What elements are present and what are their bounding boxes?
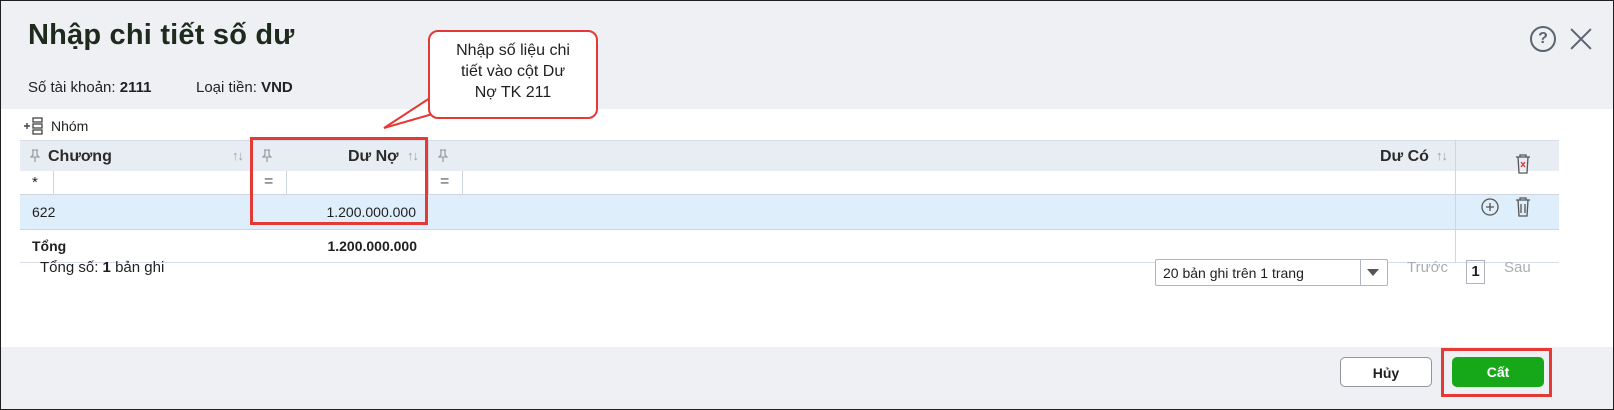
close-icon[interactable] <box>1567 25 1595 53</box>
callout-tooltip: Nhập số liệu chi tiết vào cột Dư Nợ TK 2… <box>428 30 598 119</box>
account-info: Số tài khoản: 2111 <box>28 79 151 96</box>
highlight-du-no-column <box>250 137 428 225</box>
record-count-suffix: bản ghi <box>115 259 165 276</box>
dialog: Nhập chi tiết số dư ? Số tài khoản: 2111… <box>0 0 1614 410</box>
dialog-title: Nhập chi tiết số dư <box>28 19 295 51</box>
record-count-prefix: Tổng số: <box>40 259 99 276</box>
callout-line: tiết vào cột Dư <box>460 63 566 80</box>
col-header-chuong[interactable]: Chương <box>48 148 112 166</box>
callout-line: Nhập số liệu chi <box>456 42 570 59</box>
delete-all-icon[interactable] <box>1513 153 1533 175</box>
sort-icon[interactable]: ↑↓ <box>232 148 244 163</box>
group-icon <box>23 117 45 135</box>
currency-value: VND <box>261 79 293 96</box>
currency-label: Loại tiền: <box>196 79 257 96</box>
col-header-du-co[interactable]: Dư Có <box>1380 148 1429 166</box>
currency-info: Loại tiền: VND <box>196 79 293 96</box>
pin-icon[interactable] <box>29 149 41 163</box>
col-divider <box>428 141 429 171</box>
group-label: Nhóm <box>51 118 89 134</box>
total-du-no: 1.200.000.000 <box>327 238 417 254</box>
add-row-icon[interactable] <box>1480 197 1500 217</box>
delete-row-icon[interactable] <box>1513 196 1533 218</box>
filter-op-chuong[interactable]: * <box>32 174 38 191</box>
filter-input-du-co[interactable] <box>463 171 1455 194</box>
select-divider <box>1360 260 1361 285</box>
save-button[interactable]: Cất <box>1452 357 1544 387</box>
group-button[interactable]: Nhóm <box>23 116 88 136</box>
chevron-down-icon[interactable] <box>1367 269 1379 276</box>
page-size-select[interactable]: 20 bản ghi trên 1 trang <box>1155 259 1388 286</box>
account-value: 2111 <box>119 79 152 96</box>
account-label: Số tài khoản: <box>28 79 116 96</box>
cancel-button[interactable]: Hủy <box>1340 357 1432 387</box>
sort-icon[interactable]: ↑↓ <box>1436 148 1448 163</box>
action-column <box>1455 140 1560 262</box>
page-size-value: 20 bản ghi trên 1 trang <box>1163 265 1304 281</box>
prev-page-button[interactable]: Trước <box>1407 259 1448 276</box>
filter-input-chuong[interactable] <box>54 171 252 194</box>
filter-op-du-co[interactable]: = <box>440 173 449 191</box>
col-divider <box>428 171 429 194</box>
pin-icon[interactable] <box>437 149 449 163</box>
help-icon[interactable]: ? <box>1530 26 1556 52</box>
total-label: Tổng <box>32 238 67 254</box>
cell-chuong[interactable]: 622 <box>32 204 55 220</box>
record-count: Tổng số: 1 bản ghi <box>40 259 164 276</box>
next-page-button[interactable]: Sau <box>1504 259 1531 276</box>
current-page[interactable]: 1 <box>1466 260 1485 284</box>
callout-line: Nợ TK 211 <box>474 84 552 101</box>
record-count-value: 1 <box>102 259 111 276</box>
